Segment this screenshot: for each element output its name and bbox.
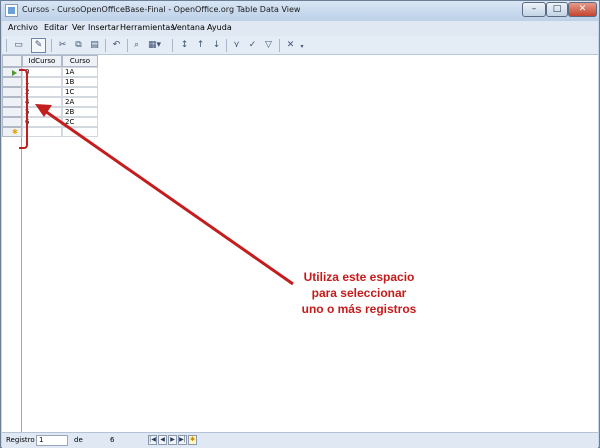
paste-icon[interactable]: ▤ xyxy=(88,39,101,52)
next-record-button[interactable]: ▶ xyxy=(168,435,177,445)
menu-ver[interactable]: Ver xyxy=(72,23,85,32)
app-window: Cursos - CursoOpenOfficeBase-Final - Ope… xyxy=(0,0,600,448)
edit-mode-icon[interactable]: ✎ xyxy=(31,38,46,53)
toolbar-separator xyxy=(279,39,280,52)
table-cell-curso[interactable]: 1C xyxy=(62,87,98,97)
toolbar: ▭ ✎ ✂ ⧉ ▤ ↶ ⌕ ▦▾ ↕ ↑ ↓ ⋎ ✓ ▽ ✕ ▾ xyxy=(2,36,598,55)
maximize-button[interactable]: □ xyxy=(546,2,568,17)
standard-filter-icon[interactable]: ✓ xyxy=(246,39,259,52)
current-row-icon xyxy=(12,70,17,76)
save-icon[interactable]: ▭ xyxy=(12,39,25,52)
table-cell-idcurso[interactable]: 2 xyxy=(22,87,62,97)
table-cell-idcurso[interactable]: 4 xyxy=(22,97,62,107)
data-view: IdCurso Curso ✱ 0 1A 1 1B 2 1C 4 2A 5 2B… xyxy=(2,55,598,432)
app-icon[interactable] xyxy=(5,4,18,17)
close-button[interactable]: ✕ xyxy=(568,2,597,17)
menu-insertar[interactable]: Insertar xyxy=(88,23,119,32)
record-label: Registro xyxy=(6,436,35,444)
menu-herramientas[interactable]: Herramientas xyxy=(120,23,175,32)
table-cell-idcurso[interactable]: 5 xyxy=(22,107,62,117)
new-record-icon: ✱ xyxy=(12,128,18,136)
toolbar-separator xyxy=(105,39,106,52)
toolbar-separator xyxy=(226,39,227,52)
table-cell-curso[interactable]: 1A xyxy=(62,67,98,77)
copy-icon[interactable]: ⧉ xyxy=(72,39,85,52)
delete-record-icon[interactable]: ✕ xyxy=(284,39,297,52)
first-record-button[interactable]: |◀ xyxy=(148,435,157,445)
table-cell-idcurso[interactable]: 0 xyxy=(22,67,62,77)
record-number-input[interactable]: 1 xyxy=(36,435,68,446)
cut-icon[interactable]: ✂ xyxy=(56,39,69,52)
annotation-bracket xyxy=(19,69,28,149)
new-row-cell-idcurso[interactable] xyxy=(22,127,62,137)
autofilter-icon[interactable]: ⋎ xyxy=(230,39,243,52)
toolbar-separator xyxy=(6,39,7,52)
toolbar-separator xyxy=(51,39,52,52)
toolbar-overflow-icon[interactable]: ▾ xyxy=(298,44,306,50)
sort-ascending-icon[interactable]: ↑ xyxy=(194,39,207,52)
find-icon[interactable]: ⌕ xyxy=(130,39,143,52)
title-bar: Cursos - CursoOpenOfficeBase-Final - Ope… xyxy=(1,1,599,21)
menu-bar: Archivo Editar Ver Insertar Herramientas… xyxy=(2,21,598,36)
sort-descending-icon[interactable]: ↓ xyxy=(210,39,223,52)
row-selector-header[interactable] xyxy=(2,55,22,67)
annotation-line: para seleccionar xyxy=(311,286,407,300)
menu-ventana[interactable]: Ventana xyxy=(172,23,205,32)
undo-icon[interactable]: ↶ xyxy=(110,39,123,52)
apply-filter-icon[interactable]: ▽ xyxy=(262,39,275,52)
sort-icon[interactable]: ↕ xyxy=(178,39,191,52)
record-navigation-bar: Registro 1 de 6 |◀ ◀ ▶ ▶| ✱ xyxy=(2,432,598,448)
toolbar-separator xyxy=(127,39,128,52)
toolbar-separator xyxy=(172,39,173,52)
previous-record-button[interactable]: ◀ xyxy=(158,435,167,445)
annotation-line: Utiliza este espacio xyxy=(303,270,415,284)
table-cell-curso[interactable]: 2B xyxy=(62,107,98,117)
filter-dropdown-icon[interactable]: ▦▾ xyxy=(148,39,161,52)
annotation-note: Utiliza este espacio para seleccionar un… xyxy=(259,269,459,317)
table-cell-curso[interactable]: 1B xyxy=(62,77,98,87)
menu-ayuda[interactable]: Ayuda xyxy=(207,23,232,32)
table-cell-curso[interactable]: 2A xyxy=(62,97,98,107)
of-label: de xyxy=(74,436,83,444)
new-record-button[interactable]: ✱ xyxy=(188,435,197,445)
minimize-button[interactable]: – xyxy=(522,2,546,17)
column-header-idcurso[interactable]: IdCurso xyxy=(22,55,62,67)
record-total: 6 xyxy=(110,436,115,444)
new-row-cell-curso[interactable] xyxy=(62,127,98,137)
table-cell-idcurso[interactable]: 6 xyxy=(22,117,62,127)
table-cell-curso[interactable]: 2C xyxy=(62,117,98,127)
table-cell-idcurso[interactable]: 1 xyxy=(22,77,62,87)
menu-editar[interactable]: Editar xyxy=(44,23,68,32)
window-title: Cursos - CursoOpenOfficeBase-Final - Ope… xyxy=(22,5,301,14)
annotation-line: uno o más registros xyxy=(301,302,417,316)
last-record-button[interactable]: ▶| xyxy=(178,435,187,445)
column-header-curso[interactable]: Curso xyxy=(62,55,98,67)
menu-archivo[interactable]: Archivo xyxy=(8,23,38,32)
